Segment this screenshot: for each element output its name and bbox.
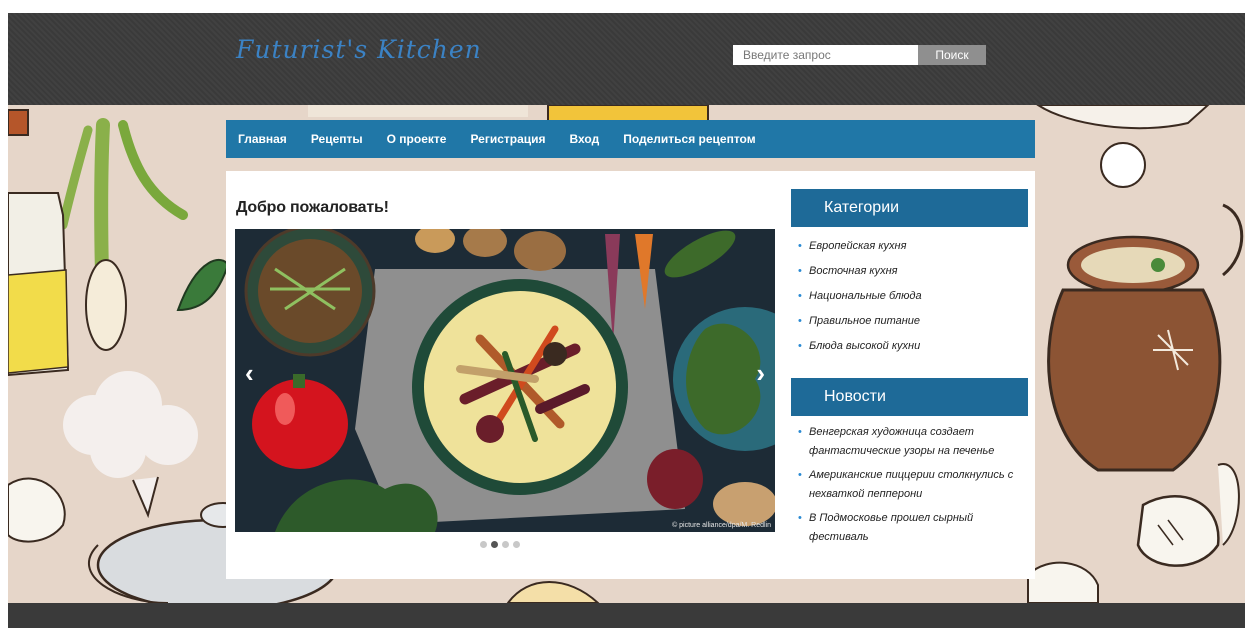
search-input[interactable] xyxy=(733,45,933,65)
news-list: Венгерская художница создает фантастичес… xyxy=(793,423,1033,552)
slider-dot-4[interactable] xyxy=(513,541,520,548)
slider-pagination xyxy=(480,541,524,548)
search-button[interactable]: Поиск xyxy=(918,45,986,65)
category-item[interactable]: Национальные блюда xyxy=(793,289,1033,314)
nav-item-login[interactable]: Вход xyxy=(570,132,600,146)
page-frame: Futurist's Kitchen Поиск xyxy=(8,13,1245,628)
site-logo[interactable]: Futurist's Kitchen xyxy=(236,35,482,64)
nav-item-home[interactable]: Главная xyxy=(238,132,287,146)
category-item[interactable]: Восточная кухня xyxy=(793,264,1033,289)
nav-item-about[interactable]: О проекте xyxy=(387,132,447,146)
chevron-left-icon[interactable]: ‹ xyxy=(245,360,254,386)
nav-item-register[interactable]: Регистрация xyxy=(470,132,545,146)
photo-credit: © picture alliance/dpa/M. Redlin xyxy=(672,522,771,529)
site-header: Futurist's Kitchen Поиск xyxy=(8,13,1245,105)
news-item[interactable]: Американские пиццерии столкнулись с нехв… xyxy=(793,466,1033,504)
news-item[interactable]: В Подмосковье прошел сырный фестиваль xyxy=(793,509,1033,547)
nav-item-recipes[interactable]: Рецепты xyxy=(311,132,363,146)
news-item[interactable]: Венгерская художница создает фантастичес… xyxy=(793,423,1033,461)
category-item[interactable]: Правильное питание xyxy=(793,314,1033,339)
main-nav: Главная Рецепты О проекте Регистрация Вх… xyxy=(226,120,1035,158)
content-panel: Добро пожаловать! © picture alliance/dpa… xyxy=(226,171,1035,579)
slider-dot-3[interactable] xyxy=(502,541,509,548)
slider-dot-2[interactable] xyxy=(491,541,498,548)
chevron-right-icon[interactable]: › xyxy=(756,360,765,386)
categories-heading: Категории xyxy=(791,189,1028,227)
slider-dot-1[interactable] xyxy=(480,541,487,548)
news-heading: Новости xyxy=(791,378,1028,416)
welcome-title: Добро пожаловать! xyxy=(236,199,389,216)
site-footer xyxy=(8,603,1245,628)
category-item[interactable]: Европейская кухня xyxy=(793,239,1033,264)
category-item[interactable]: Блюда высокой кухни xyxy=(793,339,1033,364)
slide-image-food-bowl xyxy=(235,229,775,532)
categories-list: Европейская кухня Восточная кухня Национ… xyxy=(793,239,1033,364)
image-slider[interactable]: © picture alliance/dpa/M. Redlin ‹ › xyxy=(235,229,775,532)
nav-item-share-recipe[interactable]: Поделиться рецептом xyxy=(623,132,755,146)
